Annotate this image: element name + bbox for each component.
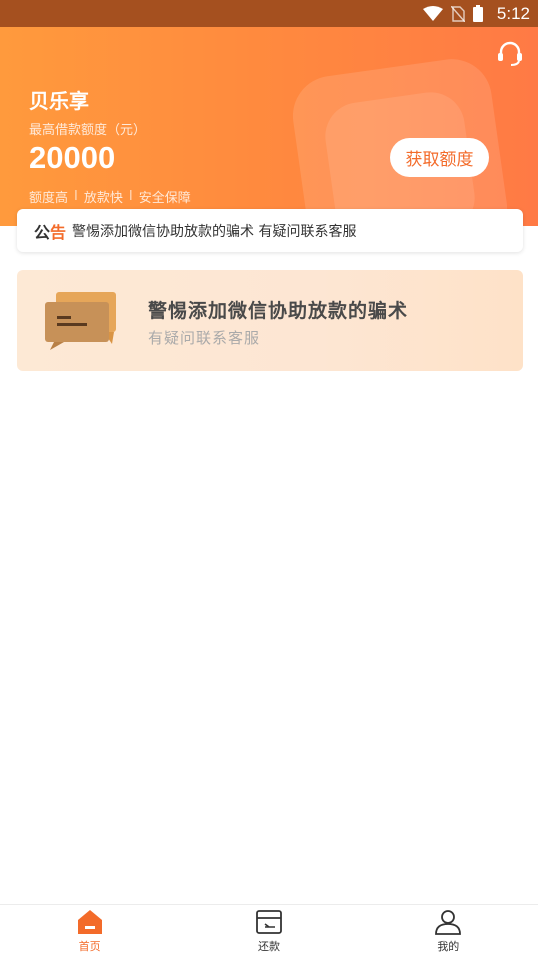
feature-item: 安全保障 <box>138 191 191 206</box>
tab-label: 我的 <box>437 939 460 953</box>
wifi-icon <box>422 5 443 21</box>
feature-separator: I <box>128 189 133 204</box>
headset-icon[interactable] <box>496 39 524 67</box>
notice-text: 警惕添加微信协助放款的骗术 有疑问联系客服 <box>72 223 357 240</box>
banner-title: 警惕添加微信协助放款的骗术 <box>148 300 409 322</box>
battery-icon <box>472 5 483 22</box>
home-icon <box>77 909 102 934</box>
get-limit-button[interactable]: 获取额度 <box>390 138 489 177</box>
feature-item: 额度高 <box>29 191 69 206</box>
feature-separator: I <box>74 189 78 204</box>
status-time: 5:12 <box>496 3 530 23</box>
header-card: 贝乐享 最高借款额度（元） 20000 额度高 I 放款快 I 安全保障 获取额… <box>0 27 538 226</box>
limit-label: 最高借款额度（元） <box>29 123 147 138</box>
tab-label: 首页 <box>78 939 101 953</box>
no-sim-icon <box>450 5 465 22</box>
status-bar: 5:12 <box>0 0 538 27</box>
bottom-tab-bar: 首页 还款 我的 <box>0 904 538 957</box>
fraud-warning-banner[interactable]: 警惕添加微信协助放款的骗术 有疑问联系客服 <box>17 270 523 371</box>
chat-bubbles-icon <box>45 292 116 350</box>
notice-bar[interactable]: 公告 警惕添加微信协助放款的骗术 有疑问联系客服 <box>17 209 523 252</box>
limit-amount: 20000 <box>29 140 116 175</box>
app-name: 贝乐享 <box>29 89 89 113</box>
feature-item: 放款快 <box>83 191 123 206</box>
repay-icon <box>256 909 282 934</box>
notice-tag: 公告 <box>34 222 67 242</box>
banner-subtitle: 有疑问联系客服 <box>148 329 261 347</box>
user-icon <box>435 909 462 935</box>
feature-list: 额度高 I 放款快 I 安全保障 <box>29 187 191 206</box>
tab-mine[interactable]: 我的 <box>359 905 538 957</box>
tab-label: 还款 <box>257 939 280 953</box>
tab-repay[interactable]: 还款 <box>179 905 358 957</box>
tab-home[interactable]: 首页 <box>0 905 179 957</box>
